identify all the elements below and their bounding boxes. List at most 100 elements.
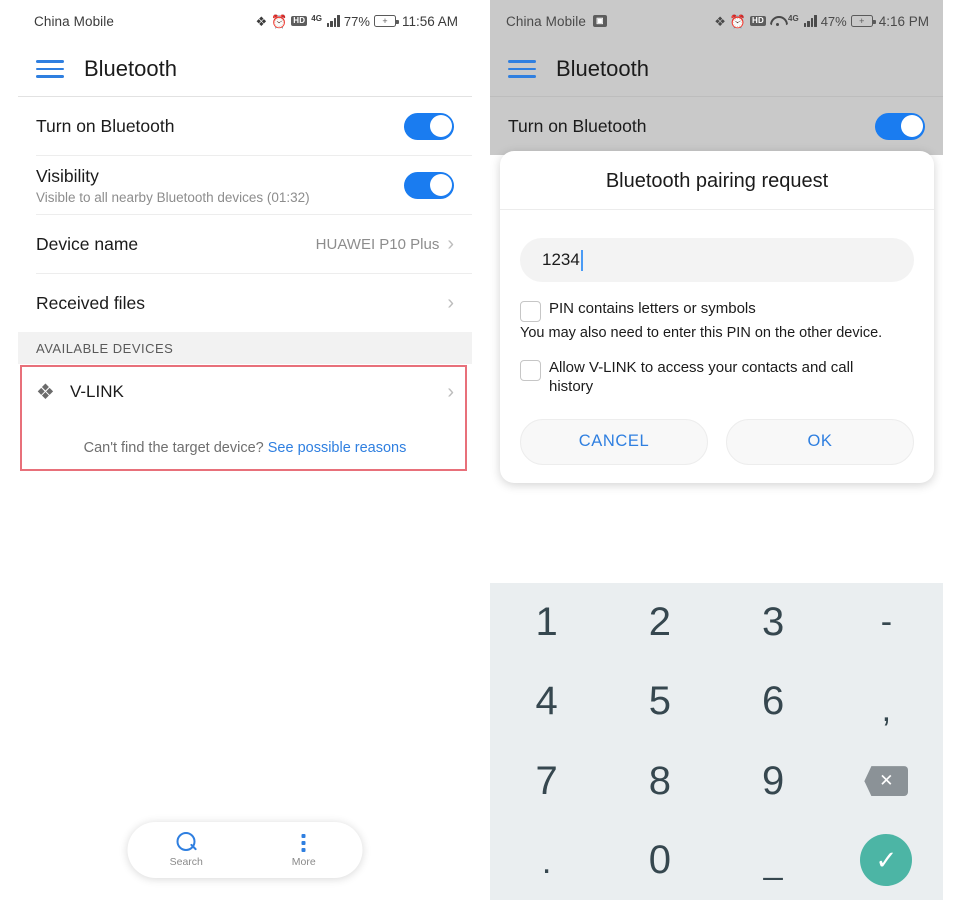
key-4[interactable]: 4 xyxy=(490,662,603,741)
status-bar-carrier-group: China Mobile ▣ xyxy=(506,14,714,29)
row-received-files[interactable]: Received files › xyxy=(18,274,472,332)
alarm-icon: ⏰ xyxy=(729,13,747,29)
battery-icon: + xyxy=(373,15,399,27)
clock-label: 11:56 AM xyxy=(401,13,458,29)
key-9[interactable]: 9 xyxy=(717,742,830,821)
toggle-knob xyxy=(900,115,923,137)
search-icon xyxy=(175,832,197,854)
chevron-right-icon: › xyxy=(447,292,454,314)
hd-icon: HD xyxy=(291,16,308,26)
settings-list: Turn on Bluetooth Visibility Visible to … xyxy=(18,97,472,456)
key-7[interactable]: 7 xyxy=(490,742,603,821)
sim-card-icon: ▣ xyxy=(593,15,607,27)
key-backspace[interactable]: ✕ xyxy=(830,742,943,821)
key-8[interactable]: 8 xyxy=(603,742,716,821)
toggle-knob xyxy=(429,115,452,137)
key-underscore[interactable]: _ xyxy=(717,821,830,900)
pin-contains-letters-row[interactable]: PIN contains letters or symbols xyxy=(500,290,934,322)
alarm-icon: ⏰ xyxy=(271,13,288,29)
allow-contacts-checkbox[interactable] xyxy=(520,360,541,381)
key-2[interactable]: 2 xyxy=(603,583,716,662)
pin-input[interactable]: 1234 xyxy=(520,238,914,282)
key-period[interactable]: . xyxy=(490,821,603,900)
battery-percent-label: 47% xyxy=(820,13,847,29)
visibility-toggle[interactable] xyxy=(404,171,454,199)
key-6[interactable]: 6 xyxy=(717,662,830,741)
numeric-keypad: 1 2 3 - 4 5 6 , 7 8 9 ✕ . 0 _ ✓ xyxy=(490,583,943,900)
bluetooth-toggle[interactable] xyxy=(404,112,454,140)
dimmed-settings-list: Turn on Bluetooth xyxy=(490,97,943,155)
row-title: Visibility xyxy=(36,165,99,186)
device-name-label: V-LINK xyxy=(70,382,124,401)
status-bar-icons: ❖ ⏰ HD 4G 77% + 11:56 AM xyxy=(255,14,458,29)
device-row-v-link[interactable]: ❖ V-LINK › xyxy=(18,364,472,420)
right-status-bar: China Mobile ▣ ❖ ⏰ HD 4G 47% + 4:16 PM xyxy=(490,0,943,42)
row-turn-on-bluetooth[interactable]: Turn on Bluetooth xyxy=(18,97,472,155)
allow-contacts-row[interactable]: Allow V-LINK to access your contacts and… xyxy=(500,341,934,397)
row-turn-on-bluetooth-dimmed: Turn on Bluetooth xyxy=(490,97,943,155)
device-name-value: HUAWEI P10 Plus xyxy=(315,235,440,253)
key-enter[interactable]: ✓ xyxy=(830,821,943,900)
pin-contains-letters-checkbox[interactable] xyxy=(520,301,541,322)
allow-contacts-label: Allow V-LINK to access your contacts and… xyxy=(549,359,854,395)
network-type-label: 4G xyxy=(788,13,799,23)
carrier-label: China Mobile xyxy=(34,13,114,29)
nav-item-label: More xyxy=(291,856,316,868)
row-title: Turn on Bluetooth xyxy=(36,115,175,136)
row-visibility[interactable]: Visibility Visible to all nearby Bluetoo… xyxy=(18,156,472,214)
page-title: Bluetooth xyxy=(84,56,177,81)
dialog-action-row: CANCEL OK xyxy=(500,397,934,469)
row-text-group: Device name xyxy=(36,234,316,255)
wifi-icon xyxy=(770,15,784,27)
key-5[interactable]: 5 xyxy=(603,662,716,741)
nav-item-label: Search xyxy=(169,856,203,868)
check-icon: ✓ xyxy=(860,834,913,887)
available-devices-header: AVAILABLE DEVICES xyxy=(18,332,472,364)
key-hyphen[interactable]: - xyxy=(830,583,943,662)
row-text-group: Visibility Visible to all nearby Bluetoo… xyxy=(36,166,404,205)
left-status-bar: China Mobile ❖ ⏰ HD 4G 77% + 11:56 AM xyxy=(18,0,472,42)
pin-input-value: 1234 xyxy=(542,250,580,269)
nav-item-search[interactable]: Search xyxy=(146,832,226,868)
row-subtitle: Visible to all nearby Bluetooth devices … xyxy=(36,189,310,205)
key-1[interactable]: 1 xyxy=(490,583,603,662)
hamburger-menu-icon[interactable] xyxy=(508,60,536,78)
bluetooth-icon: ❖ xyxy=(714,13,726,29)
help-line: Can't find the target device? See possib… xyxy=(18,440,472,456)
hamburger-menu-icon[interactable] xyxy=(36,60,64,78)
bottom-nav-bar: Search More xyxy=(127,822,363,878)
left-app-bar: Bluetooth xyxy=(18,42,472,96)
chevron-right-icon: › xyxy=(447,233,454,255)
signal-bars-icon xyxy=(326,15,340,27)
row-device-name[interactable]: Device name HUAWEI P10 Plus › xyxy=(18,215,472,273)
battery-icon: + xyxy=(850,15,876,27)
key-3[interactable]: 3 xyxy=(717,583,830,662)
right-app-bar: Bluetooth xyxy=(490,42,943,96)
carrier-label: China Mobile xyxy=(506,13,586,29)
key-comma[interactable]: , xyxy=(830,662,943,741)
bluetooth-pairing-dialog: Bluetooth pairing request 1234 PIN conta… xyxy=(500,151,934,483)
dialog-title: Bluetooth pairing request xyxy=(605,170,829,192)
more-vertical-icon xyxy=(293,832,315,854)
pin-hint-text: You may also need to enter this PIN on t… xyxy=(520,325,883,341)
pin-field-wrapper: 1234 xyxy=(500,210,934,290)
bluetooth-toggle xyxy=(875,112,925,140)
cancel-button[interactable]: CANCEL xyxy=(520,418,708,465)
screenshot-stage: China Mobile ❖ ⏰ HD 4G 77% + 11:56 AM Bl… xyxy=(0,0,960,900)
ok-button[interactable]: OK xyxy=(726,418,914,465)
row-text-group: Received files xyxy=(36,293,447,314)
key-0[interactable]: 0 xyxy=(603,821,716,900)
status-bar-carrier-group: China Mobile xyxy=(34,14,255,29)
see-possible-reasons-link[interactable]: See possible reasons xyxy=(268,440,407,456)
page-title: Bluetooth xyxy=(556,56,649,81)
toggle-knob xyxy=(429,174,452,196)
help-question: Can't find the target device? xyxy=(83,440,264,456)
left-phone-panel: China Mobile ❖ ⏰ HD 4G 77% + 11:56 AM Bl… xyxy=(18,0,472,900)
clock-label: 4:16 PM xyxy=(878,13,929,29)
bluetooth-icon: ❖ xyxy=(36,380,55,404)
pin-contains-letters-label: PIN contains letters or symbols xyxy=(549,300,756,317)
status-bar-icons: ❖ ⏰ HD 4G 47% + 4:16 PM xyxy=(714,14,929,29)
backspace-icon: ✕ xyxy=(864,766,909,797)
nav-item-more[interactable]: More xyxy=(264,832,344,868)
text-cursor xyxy=(580,249,583,271)
